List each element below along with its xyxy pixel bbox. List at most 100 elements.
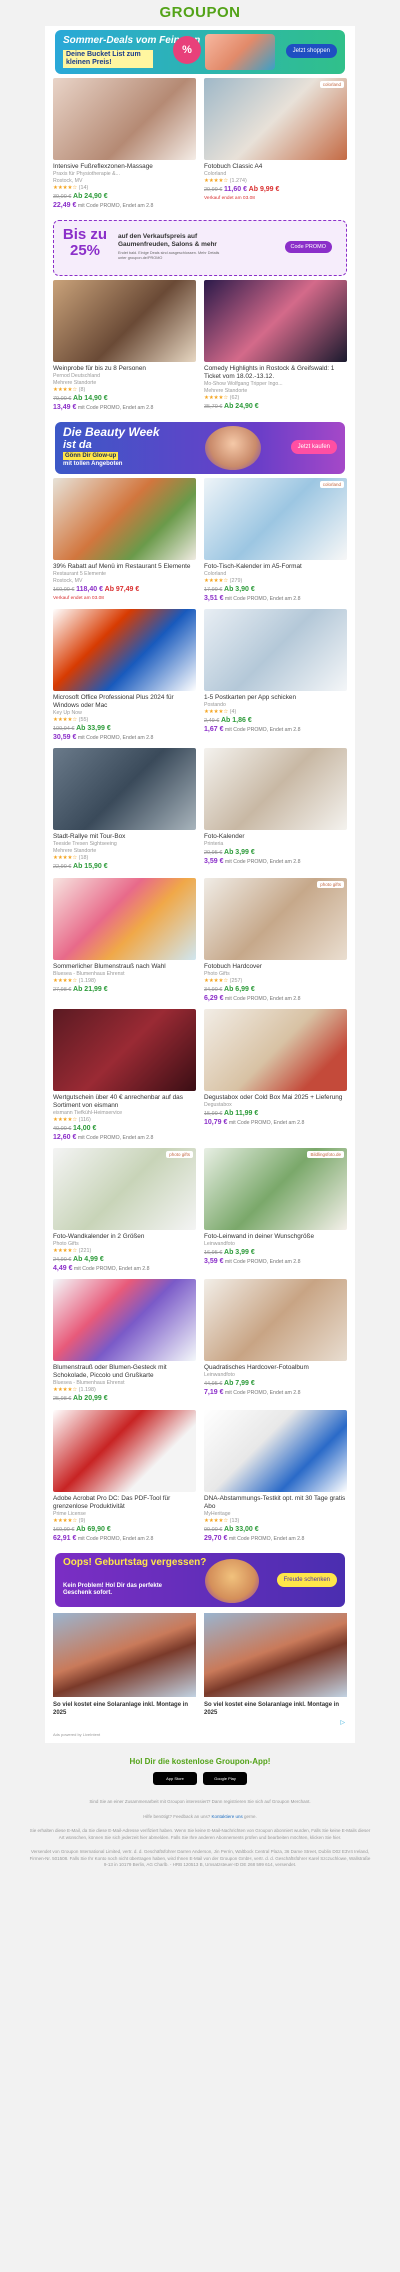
deal-image[interactable]: photo gifts <box>204 878 347 960</box>
deal-title[interactable]: Foto-Kalender <box>204 833 347 841</box>
deal-image[interactable]: photo gifts <box>53 1148 196 1230</box>
original-price: 17,99 € <box>204 587 223 593</box>
promo-price-value: 22,49 € <box>53 202 77 209</box>
deal-title[interactable]: Fotobuch Classic A4 <box>204 163 347 171</box>
deal-image[interactable] <box>53 78 196 160</box>
ad-card[interactable]: So viel kostet eine Solaranlage inkl. Mo… <box>204 1613 347 1717</box>
google-play-badge[interactable]: Google Play <box>203 1772 247 1785</box>
deal-price: 79,00 € Ab 14,90 € <box>53 394 196 404</box>
beauty-week-banner[interactable]: Die Beauty Week ist da Gönn Dir Glow-up … <box>55 422 345 474</box>
deal-card[interactable]: Blumenstrauß oder Blumen-Gesteck mit Sch… <box>53 1279 196 1404</box>
deal-title[interactable]: Fotobuch Hardcover <box>204 963 347 971</box>
groupon-logo[interactable]: GROUPON <box>45 0 355 26</box>
ad-title[interactable]: So viel kostet eine Solaranlage inkl. Mo… <box>204 1701 347 1717</box>
banner-image <box>205 34 275 70</box>
ad-title[interactable]: So viel kostet eine Solaranlage inkl. Mo… <box>53 1701 196 1717</box>
deal-price: 99,00 € Ab 33,00 € <box>204 1525 347 1535</box>
deal-image[interactable]: colorland <box>204 78 347 160</box>
deal-image[interactable]: Bildlingsfoto.de <box>204 1148 347 1230</box>
deal-title[interactable]: Degustabox oder Cold Box Mai 2025 + Lief… <box>204 1094 347 1102</box>
deal-title[interactable]: Blumenstrauß oder Blumen-Gesteck mit Sch… <box>53 1364 196 1380</box>
deal-card[interactable]: Wertgutschein über 40 € anrechenbar auf … <box>53 1009 196 1142</box>
buy-now-button[interactable]: Jetzt kaufen <box>290 440 337 454</box>
deal-image[interactable] <box>204 1009 347 1091</box>
promo-price: 13,49 € mit Code PROMO, Endet am 2.8 <box>53 404 196 412</box>
deal-title[interactable]: Wertgutschein über 40 € anrechenbar auf … <box>53 1094 196 1110</box>
gift-joy-button[interactable]: Freude schenken <box>276 1573 337 1587</box>
powered-by-liveintent[interactable]: Ads powered by LiveIntent <box>45 1726 355 1743</box>
app-store-badge[interactable]: App Store <box>153 1772 197 1785</box>
deal-image[interactable] <box>204 748 347 830</box>
shop-now-button[interactable]: Jetzt shoppen <box>285 44 337 58</box>
deal-card[interactable]: colorland Fotobuch Classic A4 Colorland ★★★… <box>204 78 347 210</box>
deal-title[interactable]: 39% Rabatt auf Menü im Restaurant 5 Elem… <box>53 563 196 571</box>
deal-card[interactable]: 39% Rabatt auf Menü im Restaurant 5 Elem… <box>53 478 196 603</box>
deal-card[interactable]: Stadt-Rallye mit Tour-Box Teeside Tresen … <box>53 748 196 872</box>
deal-title[interactable]: Sommerlicher Blumenstrauß nach Wahl <box>53 963 196 971</box>
deal-title[interactable]: Intensive Fußreflexzonen-Massage <box>53 163 196 171</box>
deal-image[interactable] <box>53 609 196 691</box>
promo-code-button[interactable]: Code PROMO <box>284 241 332 253</box>
deal-title[interactable]: Stadt-Rallye mit Tour-Box <box>53 833 196 841</box>
deal-title[interactable]: Weinprobe für bis zu 8 Personen <box>53 365 196 373</box>
deal-card[interactable]: Intensive Fußreflexzonen-Massage Praxis f… <box>53 78 196 210</box>
birthday-banner[interactable]: Oops! Geburtstag vergessen? Kein Problem… <box>55 1553 345 1607</box>
deal-title[interactable]: Quadratisches Hardcover-Fotoalbum <box>204 1364 347 1372</box>
deal-image[interactable] <box>53 478 196 560</box>
deal-title[interactable]: Foto-Wandkalender in 2 Größen <box>53 1233 196 1241</box>
promo-price: 3,59 € mit Code PROMO, Endet am 2.8 <box>204 1258 347 1266</box>
deal-title[interactable]: Comedy Highlights in Rostock & Greifswal… <box>204 365 347 381</box>
deal-image[interactable] <box>53 748 196 830</box>
deal-card[interactable]: Microsoft Office Professional Plus 2024 … <box>53 609 196 742</box>
deal-price: 20,95 € Ab 3,99 € <box>204 848 347 858</box>
deal-image[interactable] <box>53 1009 196 1091</box>
deal-image[interactable] <box>204 280 347 362</box>
sale-price: Ab 11,99 € <box>224 1110 259 1117</box>
deal-card[interactable]: colorland Foto-Tisch-Kalender im A5-Forma… <box>204 478 347 603</box>
deal-price: 25,98 € Ab 20,99 € <box>53 1394 196 1404</box>
deal-image[interactable] <box>204 609 347 691</box>
promo-price-value: 1,67 € <box>204 726 224 733</box>
deal-card[interactable]: photo gifts Foto-Wandkalender in 2 Größen… <box>53 1148 196 1273</box>
review-count: (257) <box>229 978 243 984</box>
deal-card[interactable]: photo gifts Fotobuch Hardcover Photo Gifts… <box>204 878 347 1003</box>
deal-card[interactable]: Foto-Kalender Printeria 20,95 € Ab 3,99 €3… <box>204 748 347 872</box>
deal-title[interactable]: 1-5 Postkarten per App schicken <box>204 694 347 702</box>
deal-card[interactable]: 1-5 Postkarten per App schicken Postando ★… <box>204 609 347 742</box>
deal-title[interactable]: DNA-Abstammungs-Testkit opt. mit 30 Tage… <box>204 1495 347 1511</box>
deal-card[interactable]: Comedy Highlights in Rostock & Greifswal… <box>204 280 347 412</box>
deal-image[interactable] <box>53 878 196 960</box>
app-promo: Hol Dir die kostenlose Groupon-App! App … <box>0 1743 400 1785</box>
rating-stars-icon: ★★★★☆ (14) <box>53 185 196 192</box>
summer-deals-banner[interactable]: Sommer-Deals vom Feinsten Deine Bucket L… <box>55 30 345 74</box>
deal-image[interactable]: colorland <box>204 478 347 560</box>
promo-code-box[interactable]: Bis zu 25% auf den Verkaufspreis auf Gau… <box>53 220 347 276</box>
deal-card[interactable]: Bildlingsfoto.de Foto-Leinwand in deiner … <box>204 1148 347 1273</box>
deal-title[interactable]: Microsoft Office Professional Plus 2024 … <box>53 694 196 710</box>
promo-price: 3,51 € mit Code PROMO, Endet am 2.8 <box>204 595 347 603</box>
deal-image[interactable] <box>53 1279 196 1361</box>
deal-card[interactable]: DNA-Abstammungs-Testkit opt. mit 30 Tage… <box>204 1410 347 1543</box>
sale-price: Ab 14,90 € <box>73 395 108 402</box>
deal-card[interactable]: Adobe Acrobat Pro DC: Das PDF-Tool für g… <box>53 1410 196 1543</box>
deal-image[interactable] <box>53 280 196 362</box>
deal-title[interactable]: Foto-Leinwand in deiner Wunschgröße <box>204 1233 347 1241</box>
deal-title[interactable]: Foto-Tisch-Kalender im A5-Format <box>204 563 347 571</box>
birthday-image <box>205 1559 259 1603</box>
ad-image[interactable] <box>53 1613 196 1697</box>
deal-image[interactable] <box>53 1410 196 1492</box>
deal-title[interactable]: Adobe Acrobat Pro DC: Das PDF-Tool für g… <box>53 1495 196 1511</box>
contact-link[interactable]: Kontaktiere uns <box>212 1814 243 1819</box>
adchoices-icon[interactable]: ▷ <box>45 1717 355 1726</box>
ad-image[interactable] <box>204 1613 347 1697</box>
promo-text: mit Code PROMO, Endet am 2.8 <box>228 1120 305 1126</box>
deal-card[interactable]: Weinprobe für bis zu 8 Personen Pernod De… <box>53 280 196 412</box>
deal-card[interactable]: Degustabox oder Cold Box Mai 2025 + Lief… <box>204 1009 347 1142</box>
deal-image[interactable] <box>204 1410 347 1492</box>
sale-price: Ab 15,90 € <box>73 863 108 870</box>
deal-image[interactable] <box>204 1279 347 1361</box>
review-count: (1.198) <box>78 1387 96 1393</box>
ad-card[interactable]: So viel kostet eine Solaranlage inkl. Mo… <box>53 1613 196 1717</box>
deal-card[interactable]: Quadratisches Hardcover-Fotoalbum Leinwan… <box>204 1279 347 1404</box>
deal-card[interactable]: Sommerlicher Blumenstrauß nach Wahl Blues… <box>53 878 196 1003</box>
